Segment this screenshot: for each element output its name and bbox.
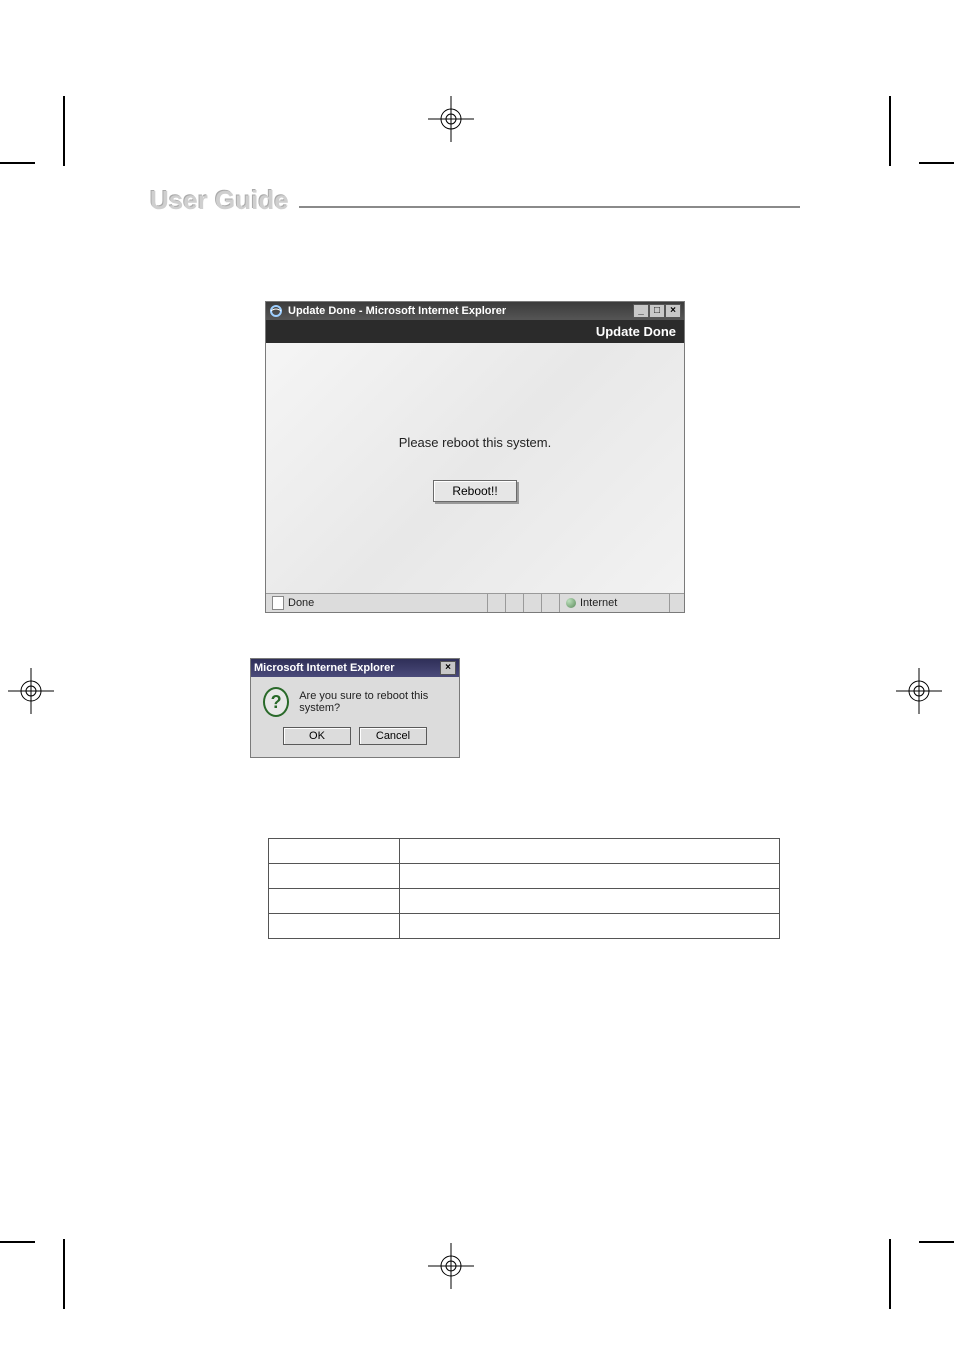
ie-icon bbox=[269, 304, 283, 318]
update-done-banner: Update Done bbox=[266, 320, 684, 343]
reboot-button[interactable]: Reboot!! bbox=[433, 480, 516, 502]
crop-mark bbox=[63, 96, 65, 166]
cancel-button[interactable]: Cancel bbox=[359, 727, 427, 745]
minimize-button[interactable]: _ bbox=[633, 304, 649, 318]
question-icon: ? bbox=[263, 687, 289, 717]
maximize-button[interactable]: □ bbox=[649, 304, 665, 318]
globe-icon bbox=[566, 598, 576, 608]
status-empty-cell bbox=[506, 594, 524, 612]
crop-mark bbox=[889, 1239, 891, 1309]
dialog-title: Microsoft Internet Explorer bbox=[254, 662, 395, 674]
crop-mark bbox=[889, 96, 891, 166]
crop-mark bbox=[0, 1241, 35, 1243]
registration-mark-icon bbox=[428, 1243, 474, 1289]
reboot-message: Please reboot this system. bbox=[399, 435, 551, 450]
description-table bbox=[268, 838, 780, 939]
table-row bbox=[269, 864, 780, 889]
table-row bbox=[269, 839, 780, 864]
status-empty-cell bbox=[524, 594, 542, 612]
crop-mark bbox=[919, 162, 954, 164]
window-content: Please reboot this system. Reboot!! bbox=[266, 343, 684, 593]
header-rule bbox=[299, 206, 800, 208]
confirm-reboot-dialog: Microsoft Internet Explorer × ? Are you … bbox=[250, 658, 460, 758]
status-empty-cell bbox=[542, 594, 560, 612]
status-empty-cell bbox=[488, 594, 506, 612]
registration-mark-icon bbox=[896, 668, 942, 714]
dialog-message: Are you sure to reboot this system? bbox=[299, 690, 447, 714]
page-icon bbox=[272, 596, 284, 610]
status-progress-cell: Done bbox=[266, 594, 488, 612]
window-title-bar: Update Done - Microsoft Internet Explore… bbox=[266, 302, 684, 320]
registration-mark-icon bbox=[428, 96, 474, 142]
close-button[interactable]: × bbox=[665, 304, 681, 318]
table-row bbox=[269, 914, 780, 939]
page-title: User Guide bbox=[150, 185, 289, 216]
status-zone-cell: Internet bbox=[560, 594, 670, 612]
status-done-text: Done bbox=[288, 597, 314, 609]
status-zone-text: Internet bbox=[580, 597, 617, 609]
registration-mark-icon bbox=[8, 668, 54, 714]
window-title: Update Done - Microsoft Internet Explore… bbox=[288, 305, 506, 317]
table-row bbox=[269, 889, 780, 914]
update-done-window: Update Done - Microsoft Internet Explore… bbox=[265, 301, 685, 613]
ok-button[interactable]: OK bbox=[283, 727, 351, 745]
dialog-title-bar: Microsoft Internet Explorer × bbox=[251, 659, 459, 677]
crop-mark bbox=[0, 162, 35, 164]
crop-mark bbox=[919, 1241, 954, 1243]
crop-mark bbox=[63, 1239, 65, 1309]
page-header: User Guide bbox=[150, 185, 800, 216]
close-button[interactable]: × bbox=[440, 661, 456, 675]
status-bar: Done Internet bbox=[266, 593, 684, 612]
